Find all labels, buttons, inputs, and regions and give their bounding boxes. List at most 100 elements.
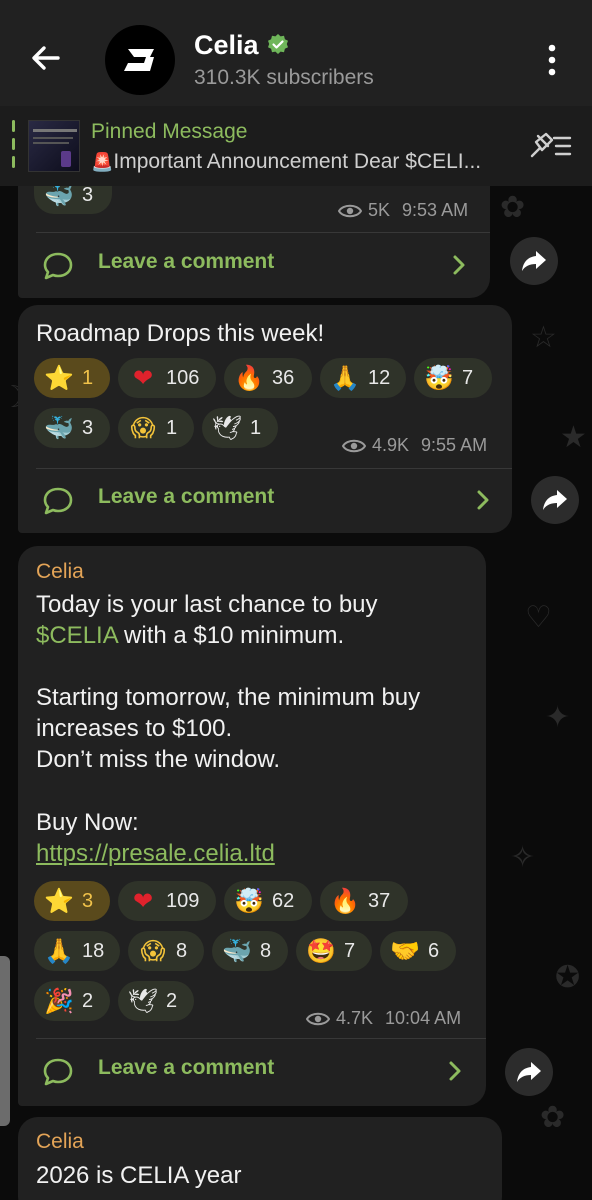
reaction-chip[interactable]: 🤯 7 xyxy=(414,358,492,398)
leave-comment-label: Leave a comment xyxy=(98,485,275,508)
reaction-chip[interactable]: 🐳 8 xyxy=(212,931,288,971)
reaction-chip[interactable]: 🔥 37 xyxy=(320,881,408,921)
reaction-chip[interactable]: 🕊 1 xyxy=(202,408,278,448)
reaction-count: 8 xyxy=(176,939,188,962)
reaction-chip[interactable]: 🕊 2 xyxy=(118,981,194,1021)
comment-bubble-icon xyxy=(43,487,73,515)
reaction-chip[interactable]: ⭐ 1 xyxy=(34,358,110,398)
star-icon: ⭐ xyxy=(44,364,74,392)
leave-comment-row[interactable]: Leave a comment xyxy=(42,240,482,290)
pin-indicator xyxy=(12,120,16,172)
reaction-chip[interactable]: ❤ 109 xyxy=(118,881,216,921)
bubble-divider xyxy=(36,232,490,233)
presale-link[interactable]: https://presale.celia.ltd xyxy=(36,838,275,869)
reaction-chip[interactable]: 🤯 62 xyxy=(224,881,312,921)
reaction-chip[interactable]: 🙏 18 xyxy=(34,931,120,971)
handshake-icon: 🤝 xyxy=(390,937,420,965)
reaction-count: 18 xyxy=(82,939,105,962)
pinned-message-bar[interactable]: Pinned Message 🚨Important Announcement D… xyxy=(0,106,592,186)
heart-icon: ❤ xyxy=(132,364,154,392)
reaction-count: 36 xyxy=(272,366,295,389)
scream-icon: 😱 xyxy=(140,937,166,965)
whale-icon: 🐳 xyxy=(44,414,74,442)
back-arrow-icon[interactable] xyxy=(26,38,66,78)
message-meta: 4.9K 9:55 AM xyxy=(342,435,487,456)
share-arrow-icon xyxy=(543,490,567,510)
view-count: 4.7K xyxy=(336,1008,374,1028)
message-meta: 5K 9:53 AM xyxy=(338,200,468,221)
pray-icon: 🙏 xyxy=(330,364,360,392)
mind-blown-icon: 🤯 xyxy=(424,364,454,392)
reaction-count: 3 xyxy=(82,183,94,206)
reaction-count: 3 xyxy=(82,889,94,912)
reaction-chip[interactable]: 🔥 36 xyxy=(224,358,312,398)
comment-bubble-icon xyxy=(43,1058,73,1086)
reaction-chip[interactable]: 🤩 7 xyxy=(296,931,372,971)
reaction-count: 106 xyxy=(166,366,200,389)
views-eye-icon xyxy=(306,1012,330,1025)
message-text: Roadmap Drops this week! xyxy=(36,320,325,347)
celia-logo-icon xyxy=(124,49,154,71)
forward-button[interactable] xyxy=(510,237,558,285)
reaction-count: 1 xyxy=(166,416,178,439)
reaction-count: 1 xyxy=(250,416,262,439)
reaction-chip[interactable]: 🤝 6 xyxy=(380,931,456,971)
bubble-divider xyxy=(36,468,512,469)
message-line-rest: with a $10 minimum. xyxy=(117,622,345,649)
reaction-count: 2 xyxy=(82,989,94,1012)
message-meta: 4.7K 10:04 AM xyxy=(306,1008,461,1029)
edge-handle[interactable] xyxy=(0,956,10,1126)
channel-title[interactable]: Celia xyxy=(194,30,259,61)
whale-icon: 🐳 xyxy=(222,937,252,965)
reaction-chip[interactable]: 🎉 2 xyxy=(34,981,110,1021)
mind-blown-icon: 🤯 xyxy=(234,887,264,915)
more-menu-icon[interactable] xyxy=(540,42,564,78)
reaction-count: 7 xyxy=(344,939,356,962)
siren-icon: 🚨 xyxy=(91,152,114,173)
reaction-chip[interactable]: 😱 8 xyxy=(128,931,204,971)
reaction-chip[interactable]: 😱 1 xyxy=(118,408,194,448)
forward-button[interactable] xyxy=(505,1048,553,1096)
reaction-count: 7 xyxy=(462,366,474,389)
share-arrow-icon xyxy=(522,251,546,271)
pinned-list-icon[interactable] xyxy=(528,130,572,162)
chevron-right-icon xyxy=(477,490,489,510)
reaction-chip[interactable]: ❤ 106 xyxy=(118,358,216,398)
message-line: $CELIA with a $10 minimum. xyxy=(36,620,344,651)
reaction-chip[interactable]: 🙏 12 xyxy=(320,358,406,398)
chevron-right-icon xyxy=(453,255,465,275)
star-struck-icon: 🤩 xyxy=(306,937,336,965)
channel-avatar[interactable] xyxy=(105,25,175,95)
pray-icon: 🙏 xyxy=(44,937,74,965)
verified-badge-icon xyxy=(268,34,288,54)
reaction-chip[interactable]: 🐳 3 xyxy=(34,408,110,448)
reaction-chip[interactable]: ⭐ 3 xyxy=(34,881,110,921)
fire-icon: 🔥 xyxy=(330,887,360,915)
reaction-count: 6 xyxy=(428,939,440,962)
forward-button[interactable] xyxy=(531,476,579,524)
message-text: 2026 is CELIA year xyxy=(36,1162,242,1189)
message-line: Don’t miss the window. xyxy=(36,746,281,773)
bubble-divider xyxy=(36,1038,486,1039)
share-arrow-icon xyxy=(517,1062,541,1082)
view-count: 5K xyxy=(368,200,391,220)
subscriber-count: 310.3K subscribers xyxy=(194,66,374,89)
reaction-count: 109 xyxy=(166,889,200,912)
message-time: 9:53 AM xyxy=(402,200,469,220)
dove-icon: 🕊 xyxy=(211,414,243,442)
message-time: 10:04 AM xyxy=(385,1008,462,1028)
sender-name[interactable]: Celia xyxy=(36,560,84,584)
message-line: increases to $100. xyxy=(36,715,233,742)
sender-name[interactable]: Celia xyxy=(36,1130,84,1154)
pinned-preview-text: Important Announcement Dear $CELI... xyxy=(113,150,482,173)
heart-icon: ❤ xyxy=(132,887,154,915)
comment-bubble-icon xyxy=(43,252,73,280)
message-line: Buy Now: xyxy=(36,809,139,836)
message-time: 9:55 AM xyxy=(421,435,488,455)
leave-comment-row[interactable]: Leave a comment xyxy=(42,475,502,525)
dove-icon: 🕊 xyxy=(127,987,159,1015)
cashtag-link[interactable]: $CELIA xyxy=(36,622,117,649)
reaction-count: 12 xyxy=(368,366,391,389)
leave-comment-row[interactable]: Leave a comment xyxy=(42,1046,478,1096)
party-popper-icon: 🎉 xyxy=(44,987,74,1015)
